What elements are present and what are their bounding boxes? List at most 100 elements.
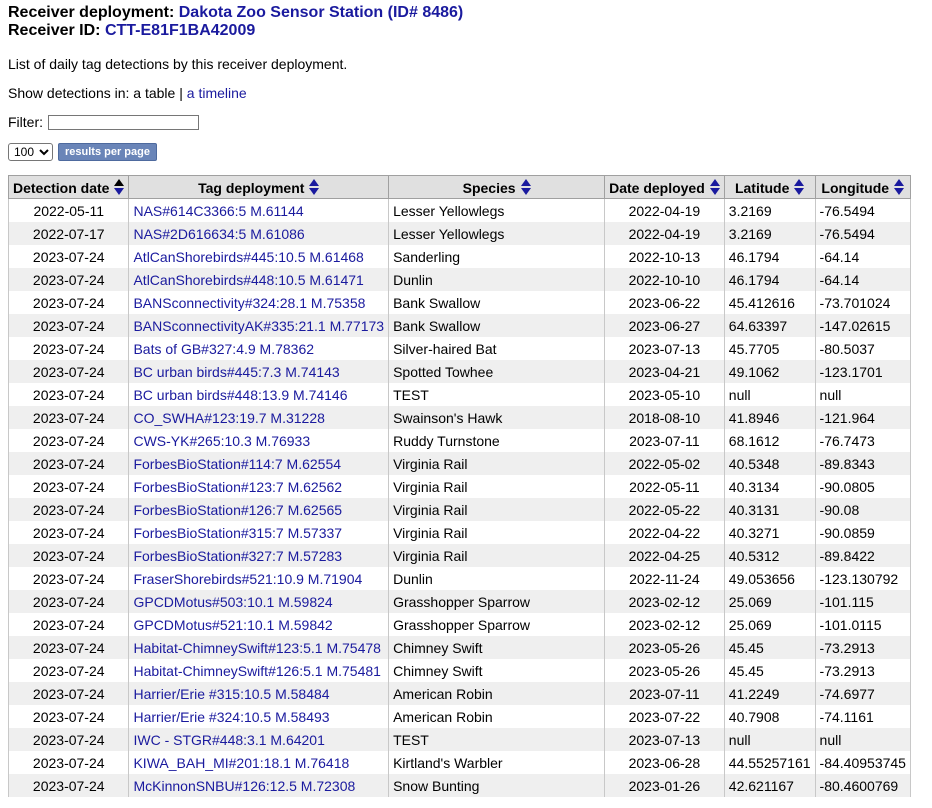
cell-latitude: 45.45 <box>723 636 816 659</box>
tag-deployment-link[interactable]: Harrier/Erie #324:10.5 M.58493 <box>133 709 329 725</box>
cell-detection-date: 2023-07-24 <box>7 337 130 360</box>
receiver-id-line: Receiver ID: CTT-E81F1BA42009 <box>8 22 924 40</box>
tag-deployment-link[interactable]: BC urban birds#445:7.3 M.74143 <box>133 364 339 380</box>
tag-deployment-link[interactable]: KIWA_BAH_MI#201:18.1 M.76418 <box>133 755 349 771</box>
sort-arrows-icon[interactable] <box>894 178 905 195</box>
sort-arrows-icon[interactable] <box>709 178 720 195</box>
tag-deployment-link[interactable]: BC urban birds#448:13.9 M.74146 <box>133 387 347 403</box>
table-body: 2022-05-11 NAS#614C3366:5 M.61144 Lesser Y… <box>7 198 911 797</box>
tag-deployment-link[interactable]: BANSconnectivity#324:28.1 M.75358 <box>133 295 365 311</box>
cell-date-deployed: 2023-07-22 <box>604 705 725 728</box>
cell-detection-date: 2023-07-24 <box>7 245 130 268</box>
cell-detection-date: 2023-07-24 <box>7 429 130 452</box>
cell-tag-deployment: Habitat-ChimneySwift#123:5.1 M.75478 <box>128 636 390 659</box>
cell-species: Virginia Rail <box>388 544 606 567</box>
tag-deployment-link[interactable]: FraserShorebirds#521:10.9 M.71904 <box>133 571 362 587</box>
sort-arrows-icon[interactable] <box>520 178 531 195</box>
tag-deployment-link[interactable]: ForbesBioStation#126:7 M.62565 <box>133 502 342 518</box>
cell-species: Virginia Rail <box>388 521 606 544</box>
tag-deployment-link[interactable]: NAS#614C3366:5 M.61144 <box>133 203 303 219</box>
cell-longitude: -90.0805 <box>814 475 911 498</box>
tag-deployment-link[interactable]: ForbesBioStation#123:7 M.62562 <box>133 479 342 495</box>
cell-date-deployed: 2023-07-13 <box>604 337 725 360</box>
cell-detection-date: 2023-07-24 <box>7 521 130 544</box>
table-row: 2022-05-11 NAS#614C3366:5 M.61144 Lesser Y… <box>7 198 911 222</box>
table-row: 2023-07-24 ForbesBioStation#315:7 M.57337… <box>7 521 911 544</box>
tag-deployment-link[interactable]: IWC - STGR#448:3.1 M.64201 <box>133 732 324 748</box>
tag-deployment-link[interactable]: ForbesBioStation#315:7 M.57337 <box>133 525 342 541</box>
tag-deployment-link[interactable]: ForbesBioStation#327:7 M.57283 <box>133 548 342 564</box>
table-row: 2023-07-24 FraserShorebirds#521:10.9 M.71… <box>7 567 911 590</box>
tag-deployment-link[interactable]: McKinnonSNBU#126:12.5 M.72308 <box>133 778 355 794</box>
tag-deployment-link[interactable]: CWS-YK#265:10.3 M.76933 <box>133 433 310 449</box>
cell-detection-date: 2023-07-24 <box>7 590 130 613</box>
results-per-page-button[interactable]: results per page <box>58 143 157 161</box>
cell-latitude: 40.3134 <box>723 475 816 498</box>
tag-deployment-link[interactable]: BANSconnectivityAK#335:21.1 M.77173 <box>133 318 384 334</box>
cell-tag-deployment: ForbesBioStation#123:7 M.62562 <box>128 475 390 498</box>
col-species[interactable]: Species <box>388 175 606 199</box>
table-row: 2023-07-24 BC urban birds#448:13.9 M.7414… <box>7 383 911 406</box>
tag-deployment-link[interactable]: GPCDMotus#521:10.1 M.59842 <box>133 617 332 633</box>
col-latitude[interactable]: Latitude <box>723 175 816 199</box>
cell-species: Chimney Swift <box>388 659 606 682</box>
table-row: 2023-07-24 ForbesBioStation#327:7 M.57283… <box>7 544 911 567</box>
cell-date-deployed: 2022-04-25 <box>604 544 725 567</box>
tag-deployment-link[interactable]: Bats of GB#327:4.9 M.78362 <box>133 341 314 357</box>
cell-detection-date: 2023-07-24 <box>7 613 130 636</box>
filter-label: Filter: <box>8 114 43 130</box>
tag-deployment-link[interactable]: NAS#2D616634:5 M.61086 <box>133 226 304 242</box>
deployment-label: Receiver deployment: <box>8 4 175 21</box>
cell-detection-date: 2023-07-24 <box>7 291 130 314</box>
sort-arrows-icon[interactable] <box>309 178 320 195</box>
table-row: 2023-07-24 ForbesBioStation#123:7 M.62562… <box>7 475 911 498</box>
filter-input[interactable] <box>48 114 199 130</box>
tag-deployment-link[interactable]: GPCDMotus#503:10.1 M.59824 <box>133 594 332 610</box>
view-switcher: Show detections in: a table | a timeline <box>8 85 924 101</box>
col-tag-deployment[interactable]: Tag deployment <box>128 175 390 199</box>
cell-longitude: -84.40953745 <box>814 751 911 774</box>
cell-date-deployed: 2022-04-19 <box>604 198 725 222</box>
cell-date-deployed: 2023-06-28 <box>604 751 725 774</box>
cell-species: American Robin <box>388 682 606 705</box>
sort-arrows-icon[interactable] <box>114 178 125 195</box>
tag-deployment-link[interactable]: Habitat-ChimneySwift#126:5.1 M.75481 <box>133 663 380 679</box>
cell-latitude: 68.1612 <box>723 429 816 452</box>
cell-longitude: -123.130792 <box>814 567 911 590</box>
tag-deployment-link[interactable]: Harrier/Erie #315:10.5 M.58484 <box>133 686 329 702</box>
col-longitude[interactable]: Longitude <box>814 175 911 199</box>
tag-deployment-link[interactable]: ForbesBioStation#114:7 M.62554 <box>133 456 341 472</box>
sort-arrows-icon[interactable] <box>794 178 805 195</box>
cell-date-deployed: 2022-10-13 <box>604 245 725 268</box>
table-row: 2023-07-24 AtlCanShorebirds#445:10.5 M.61… <box>7 245 911 268</box>
tag-deployment-link[interactable]: AtlCanShorebirds#448:10.5 M.61471 <box>133 272 363 288</box>
cell-latitude: 46.1794 <box>723 245 816 268</box>
cell-longitude: -74.1161 <box>814 705 911 728</box>
cell-species: Lesser Yellowlegs <box>388 198 606 222</box>
tag-deployment-link[interactable]: AtlCanShorebirds#445:10.5 M.61468 <box>133 249 363 265</box>
cell-tag-deployment: AtlCanShorebirds#448:10.5 M.61471 <box>128 268 390 291</box>
cell-longitude: -73.2913 <box>814 659 911 682</box>
tag-deployment-link[interactable]: CO_SWHA#123:19.7 M.31228 <box>133 410 324 426</box>
tag-deployment-link[interactable]: Habitat-ChimneySwift#123:5.1 M.75478 <box>133 640 380 656</box>
table-row: 2023-07-24 BANSconnectivityAK#335:21.1 M.… <box>7 314 911 337</box>
cell-longitude: -73.2913 <box>814 636 911 659</box>
cell-longitude: -89.8343 <box>814 452 911 475</box>
cell-tag-deployment: BANSconnectivityAK#335:21.1 M.77173 <box>128 314 390 337</box>
view-timeline-link[interactable]: a timeline <box>187 85 247 101</box>
cell-date-deployed: 2022-10-10 <box>604 268 725 291</box>
deployment-name-link[interactable]: Dakota Zoo Sensor Station (ID# 8486) <box>179 4 464 21</box>
cell-longitude: -101.115 <box>814 590 911 613</box>
cell-species: Silver-haired Bat <box>388 337 606 360</box>
table-row: 2023-07-24 KIWA_BAH_MI#201:18.1 M.76418 Ki… <box>7 751 911 774</box>
cell-longitude: -80.4600769 <box>814 774 911 797</box>
cell-tag-deployment: BC urban birds#445:7.3 M.74143 <box>128 360 390 383</box>
cell-latitude: 45.412616 <box>723 291 816 314</box>
col-date-deployed[interactable]: Date deployed <box>604 175 725 199</box>
table-row: 2023-07-24 Bats of GB#327:4.9 M.78362 Silv… <box>7 337 911 360</box>
cell-latitude: 25.069 <box>723 613 816 636</box>
page-size-select[interactable]: 100 <box>8 143 53 161</box>
cell-species: Virginia Rail <box>388 452 606 475</box>
cell-date-deployed: 2023-06-27 <box>604 314 725 337</box>
col-detection-date[interactable]: Detection date <box>7 175 130 199</box>
